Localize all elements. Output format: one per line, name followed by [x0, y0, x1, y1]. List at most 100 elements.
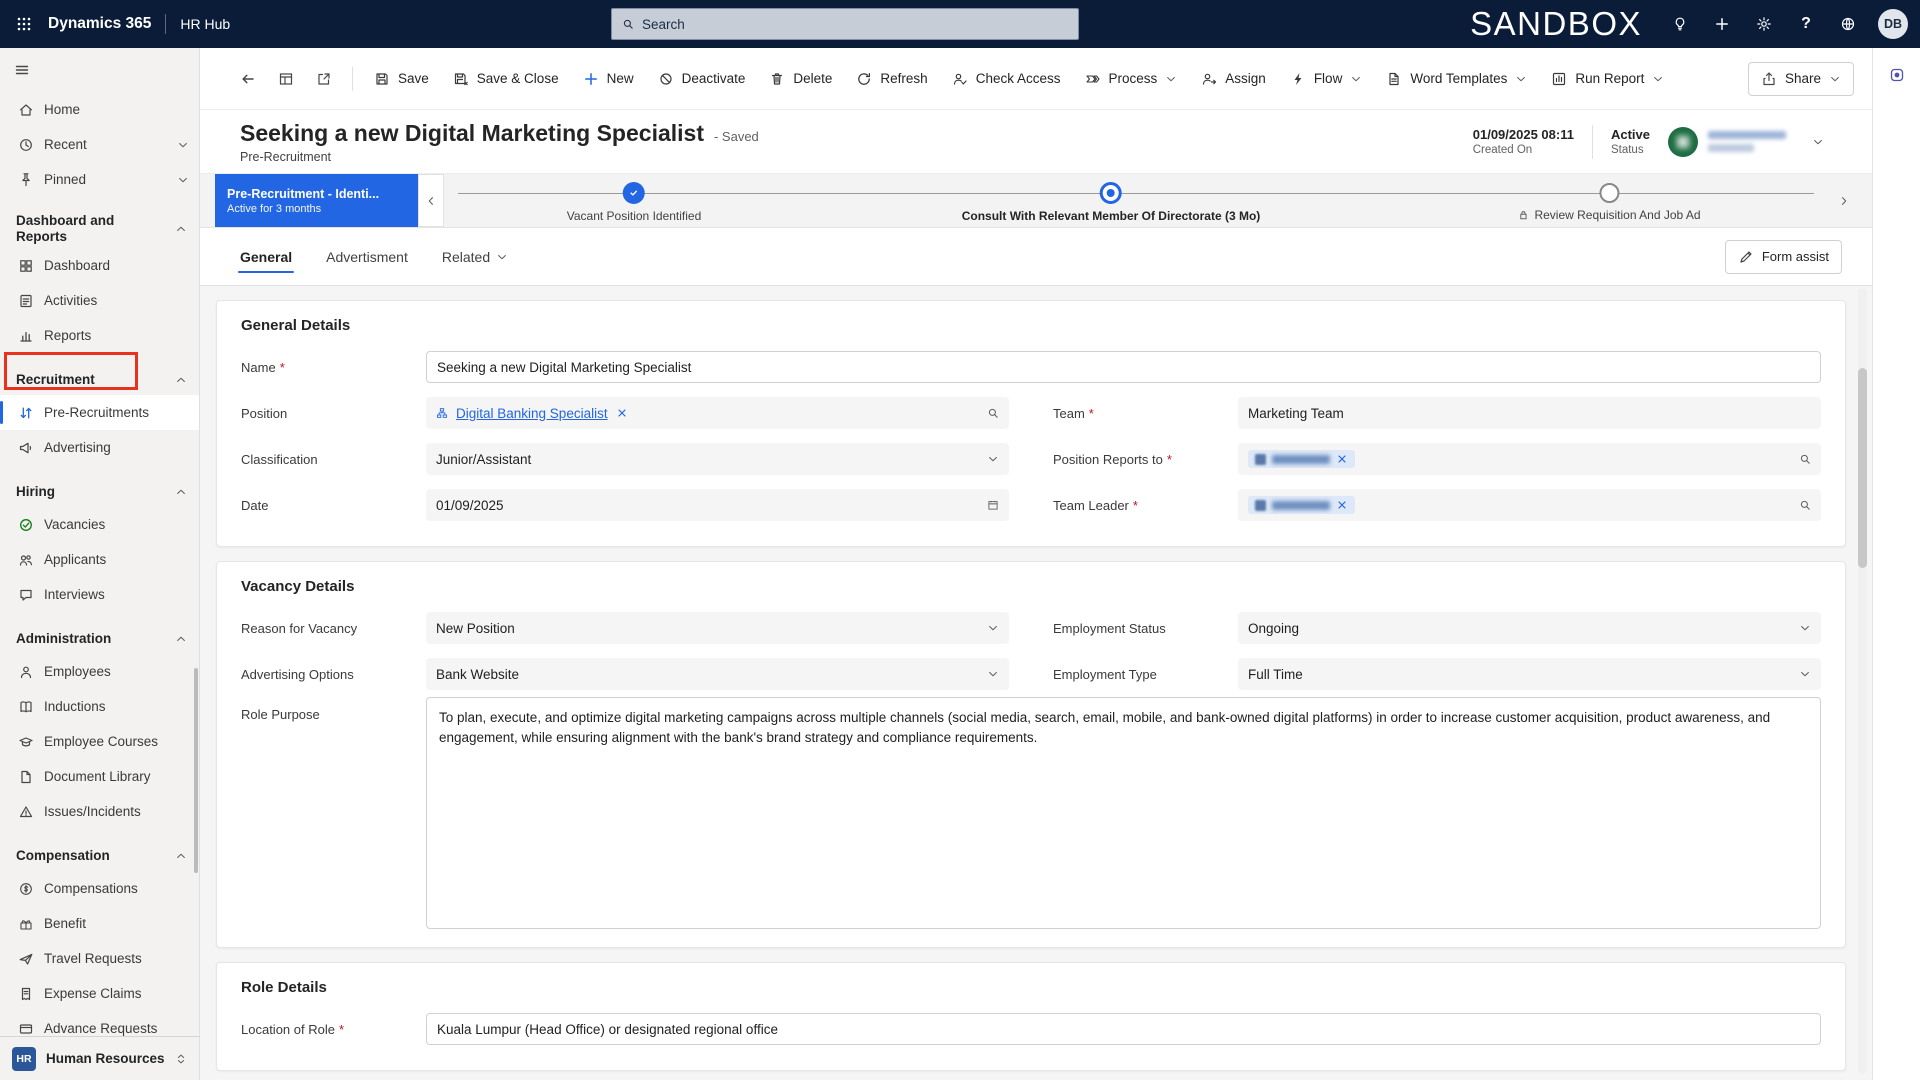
- stage-current-dot[interactable]: [1100, 182, 1122, 204]
- employment-type-dropdown[interactable]: Full Time: [1238, 658, 1821, 690]
- sidebar-item-employees[interactable]: Employees: [0, 654, 199, 689]
- bpf-next-stage-button[interactable]: [1830, 187, 1858, 215]
- sidebar-item-benefit[interactable]: Benefit: [0, 906, 199, 941]
- sidebar-item-applicants[interactable]: Applicants: [0, 542, 199, 577]
- position-lookup-field[interactable]: Digital Banking Specialist: [426, 397, 1009, 429]
- command-deactivate[interactable]: Deactivate: [647, 61, 757, 97]
- role-purpose-textarea[interactable]: To plan, execute, and optimize digital m…: [426, 697, 1821, 929]
- command-word-templates[interactable]: Word Templates: [1375, 61, 1538, 97]
- app-title[interactable]: Dynamics 365: [48, 15, 151, 33]
- sidebar-item-advance-requests[interactable]: Advance Requests: [0, 1011, 199, 1036]
- stage-locked-dot[interactable]: [1598, 183, 1619, 203]
- active-stage-chip[interactable]: Pre-Recruitment - Identi... Active for 3…: [215, 174, 418, 227]
- command-check-access[interactable]: Check Access: [941, 61, 1072, 97]
- stage-completed-dot[interactable]: [623, 182, 645, 204]
- help-icon[interactable]: ?: [1786, 4, 1826, 44]
- command-process[interactable]: Process: [1074, 61, 1189, 97]
- sidebar-item-travel-requests[interactable]: Travel Requests: [0, 941, 199, 976]
- remove-value-icon[interactable]: [1336, 499, 1348, 511]
- bpf-collapse-button[interactable]: [418, 174, 444, 227]
- tab-related[interactable]: Related: [442, 228, 508, 285]
- global-search-box[interactable]: Search: [611, 8, 1079, 40]
- date-input[interactable]: 01/09/2025: [426, 489, 1009, 521]
- employment-status-dropdown[interactable]: Ongoing: [1238, 612, 1821, 644]
- sidebar-group-administration[interactable]: Administration: [0, 624, 199, 654]
- form-assist-button[interactable]: Form assist: [1724, 239, 1842, 274]
- command-refresh[interactable]: Refresh: [845, 61, 938, 97]
- bpf-stage-1[interactable]: Vacant Position Identified: [567, 182, 701, 223]
- sidebar-item-compensations[interactable]: Compensations: [0, 871, 199, 906]
- scrollbar-thumb[interactable]: [1858, 368, 1867, 568]
- sidebar-group-dashboard-and-reports[interactable]: Dashboard and Reports: [0, 209, 199, 248]
- location-input[interactable]: Kuala Lumpur (Head Office) or designated…: [426, 1013, 1821, 1045]
- app-area-name[interactable]: HR Hub: [180, 16, 230, 32]
- settings-gear-icon[interactable]: [1744, 4, 1784, 44]
- form-scrollbar[interactable]: [1858, 288, 1867, 1074]
- sidebar-group-compensation[interactable]: Compensation: [0, 841, 199, 871]
- user-avatar[interactable]: DB: [1878, 9, 1908, 39]
- reason-dropdown[interactable]: New Position: [426, 612, 1009, 644]
- quick-create-plus-icon[interactable]: [1702, 4, 1742, 44]
- sidebar-item-pinned[interactable]: Pinned: [0, 162, 199, 197]
- tab-general[interactable]: General: [237, 228, 295, 285]
- team-input[interactable]: Marketing Team: [1238, 397, 1821, 429]
- reports-to-lookup-field[interactable]: [1238, 443, 1821, 475]
- bpf-stage-3[interactable]: Review Requisition And Job Ad: [1517, 182, 1701, 222]
- calendar-icon[interactable]: [987, 499, 999, 511]
- command-save[interactable]: Save: [363, 61, 440, 97]
- org-chart-icon: [436, 407, 448, 419]
- owner-lookup[interactable]: [1668, 126, 1786, 157]
- chevron-up-icon: [175, 850, 187, 862]
- sidebar-item-employee-courses[interactable]: Employee Courses: [0, 724, 199, 759]
- search-icon[interactable]: [1799, 499, 1811, 511]
- sidebar-scrollbar[interactable]: [194, 668, 198, 873]
- team-leader-lookup-field[interactable]: [1238, 489, 1821, 521]
- sidebar-item-advertising[interactable]: Advertising: [0, 430, 199, 465]
- open-in-new-window-button[interactable]: [306, 61, 342, 97]
- lightbulb-icon[interactable]: [1660, 4, 1700, 44]
- show-as-grid-button[interactable]: [268, 61, 304, 97]
- header-expand-button[interactable]: [1804, 128, 1832, 156]
- command-new[interactable]: New: [572, 61, 645, 97]
- command-flow[interactable]: Flow: [1279, 61, 1374, 97]
- command-assign[interactable]: Assign: [1190, 61, 1277, 97]
- sidebar-item-expense-claims[interactable]: Expense Claims: [0, 976, 199, 1011]
- sidebar-item-vacancies[interactable]: Vacancies: [0, 507, 199, 542]
- lookup-value-redacted[interactable]: [1248, 450, 1355, 468]
- sidebar-item-dashboard[interactable]: Dashboard: [0, 248, 199, 283]
- sidebar-item-home[interactable]: Home: [0, 92, 199, 127]
- name-input[interactable]: Seeking a new Digital Marketing Speciali…: [426, 351, 1821, 383]
- area-switcher[interactable]: HR Human Resources: [0, 1036, 199, 1080]
- search-icon[interactable]: [1799, 453, 1811, 465]
- tab-advertisment[interactable]: Advertisment: [326, 228, 408, 285]
- remove-value-icon[interactable]: [1336, 453, 1348, 465]
- command-delete[interactable]: Delete: [758, 61, 843, 97]
- sidebar-item-activities[interactable]: Activities: [0, 283, 199, 318]
- bpf-stage-2[interactable]: Consult With Relevant Member Of Director…: [962, 182, 1260, 223]
- advertising-options-dropdown[interactable]: Bank Website: [426, 658, 1009, 690]
- hamburger-menu-icon[interactable]: [0, 48, 44, 92]
- sidebar-item-recent[interactable]: Recent: [0, 127, 199, 162]
- command-save-close[interactable]: Save & Close: [442, 61, 570, 97]
- redacted-text: [1272, 500, 1330, 510]
- sidebar-group-recruitment[interactable]: Recruitment: [0, 365, 199, 395]
- globe-icon[interactable]: [1828, 4, 1868, 44]
- sidebar-item-inductions[interactable]: Inductions: [0, 689, 199, 724]
- share-button[interactable]: Share: [1747, 61, 1854, 96]
- sidebar-group-hiring[interactable]: Hiring: [0, 477, 199, 507]
- sidebar-item-interviews[interactable]: Interviews: [0, 577, 199, 612]
- sidebar-item-document-library[interactable]: Document Library: [0, 759, 199, 794]
- copilot-icon[interactable]: [1880, 58, 1914, 92]
- app-launcher-waffle-icon[interactable]: [4, 4, 44, 44]
- sidebar-item-issues-incidents[interactable]: Issues/Incidents: [0, 794, 199, 829]
- remove-value-icon[interactable]: [616, 407, 628, 419]
- plane-icon: [18, 951, 34, 967]
- lookup-value-redacted[interactable]: [1248, 496, 1355, 514]
- command-run-report[interactable]: Run Report: [1540, 61, 1675, 97]
- position-lookup-link[interactable]: Digital Banking Specialist: [456, 406, 608, 421]
- classification-dropdown[interactable]: Junior/Assistant: [426, 443, 1009, 475]
- back-button[interactable]: [230, 61, 266, 97]
- sidebar-item-pre-recruitments[interactable]: Pre-Recruitments: [0, 395, 199, 431]
- search-icon[interactable]: [987, 407, 999, 419]
- sidebar-item-reports[interactable]: Reports: [0, 318, 199, 353]
